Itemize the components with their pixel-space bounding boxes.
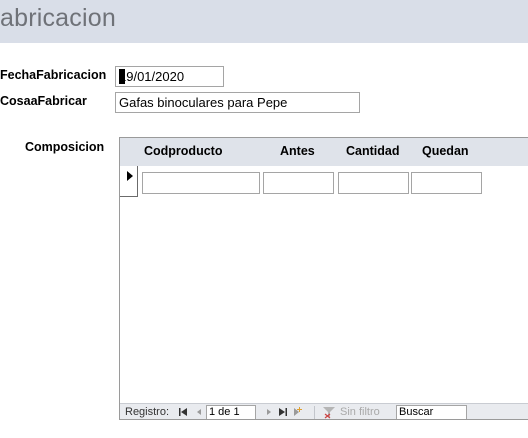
column-header-quedan[interactable]: Quedan <box>422 144 469 158</box>
cosa-fabricar-value: Gafas binoculares para Pepe <box>119 95 288 110</box>
last-record-icon[interactable] <box>276 405 290 419</box>
cosa-fabricar-label: CosaaFabricar <box>0 94 87 108</box>
fecha-fabricacion-value: 19/01/2020 <box>119 69 185 84</box>
column-header-antes[interactable]: Antes <box>280 144 315 158</box>
record-navigation-bar: Registro: 1 de 1 Sin filtro Buscar <box>120 403 528 419</box>
codproducto-input[interactable] <box>142 172 260 194</box>
column-header-cantidad[interactable]: Cantidad <box>346 144 399 158</box>
filter-icon[interactable] <box>322 405 336 419</box>
next-record-icon[interactable] <box>262 405 276 419</box>
cantidad-input[interactable] <box>338 172 409 194</box>
fecha-fabricacion-label: FechaFabricacion <box>0 68 107 82</box>
new-record-icon[interactable] <box>292 405 306 419</box>
composicion-label: Composicion <box>25 140 105 154</box>
search-input[interactable]: Buscar <box>396 405 467 419</box>
form-header: abricacion <box>0 0 528 43</box>
quedan-input[interactable] <box>411 172 482 194</box>
antes-input[interactable] <box>263 172 334 194</box>
cosa-fabricar-field[interactable]: Gafas binoculares para Pepe <box>115 92 360 113</box>
form-title: abricacion <box>0 4 116 32</box>
record-selector[interactable] <box>120 166 138 197</box>
filter-status-label[interactable]: Sin filtro <box>340 406 380 418</box>
fecha-fabricacion-field[interactable]: 19/01/2020 <box>115 66 224 87</box>
prev-record-icon[interactable] <box>192 405 206 419</box>
registro-label: Registro: <box>125 406 170 418</box>
subform-header: Codproducto Antes Cantidad Quedan <box>120 138 528 166</box>
composicion-subform[interactable]: Codproducto Antes Cantidad Quedan Regist… <box>119 137 528 420</box>
current-record-arrow-icon <box>127 171 133 181</box>
first-record-icon[interactable] <box>176 405 190 419</box>
current-record-input[interactable]: 1 de 1 <box>206 405 256 419</box>
nav-separator <box>314 406 315 419</box>
column-header-codproducto[interactable]: Codproducto <box>144 144 222 158</box>
